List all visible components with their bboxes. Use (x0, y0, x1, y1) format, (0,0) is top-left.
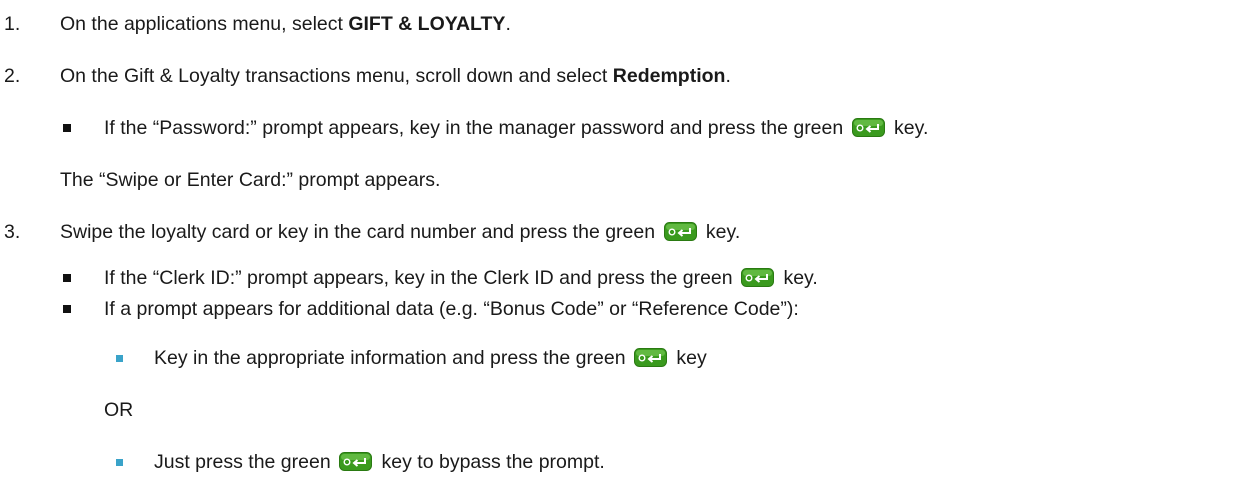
step-number: 3. (4, 221, 21, 243)
sub-bullet-text: Key in the appropriate information and p… (154, 346, 707, 370)
step-text-part: On the applications menu, select (60, 13, 349, 35)
note-text: The “Swipe or Enter Card:” prompt appear… (60, 169, 441, 191)
or-text: OR (104, 399, 134, 421)
step-text: On the applications menu, select GIFT & … (60, 12, 511, 36)
bullet-text: If a prompt appears for additional data … (104, 298, 799, 320)
green-enter-key-icon (851, 118, 885, 137)
square-sub-bullet-icon (116, 355, 123, 362)
bullet-text-part: If the “Password:” prompt appears, key i… (104, 117, 849, 139)
step-text: On the Gift & Loyalty transactions menu,… (60, 64, 731, 88)
square-bullet-icon (63, 124, 71, 132)
green-enter-key-icon (741, 268, 775, 287)
step-number: 2. (4, 65, 21, 87)
step-text-part: key. (700, 221, 741, 243)
sub-bullet-text-part: Key in the appropriate information and p… (154, 347, 631, 369)
bullet-text-part: key. (778, 267, 818, 289)
step-bold-term: GIFT & LOYALTY (348, 13, 506, 35)
sub-bullet-text: Just press the green key to bypass the p… (154, 450, 605, 474)
step-text-part: Swipe the loyalty card or key in the car… (60, 221, 661, 243)
bullet-text: If the “Password:” prompt appears, key i… (104, 116, 928, 140)
bullet-text-part: If the “Clerk ID:” prompt appears, key i… (104, 267, 739, 289)
step-text-part: On the Gift & Loyalty transactions menu,… (60, 65, 613, 87)
step-bold-term: Redemption (612, 65, 726, 87)
bullet-text: If the “Clerk ID:” prompt appears, key i… (104, 266, 818, 290)
green-enter-key-icon (663, 222, 697, 241)
sub-bullet-text-part: key to bypass the prompt. (376, 451, 605, 473)
green-enter-key-icon (339, 452, 373, 471)
square-sub-bullet-icon (116, 459, 123, 466)
sub-bullet-text-part: key (670, 347, 707, 369)
square-bullet-icon (63, 274, 71, 282)
green-enter-key-icon (633, 348, 667, 367)
step-text-part: . (725, 65, 731, 87)
step-number: 1. (4, 13, 21, 35)
step-text-part: . (505, 13, 511, 35)
step-text: Swipe the loyalty card or key in the car… (60, 220, 740, 244)
square-bullet-icon (63, 305, 71, 313)
sub-bullet-text-part: Just press the green (154, 451, 337, 473)
bullet-text-part: key. (888, 117, 929, 139)
